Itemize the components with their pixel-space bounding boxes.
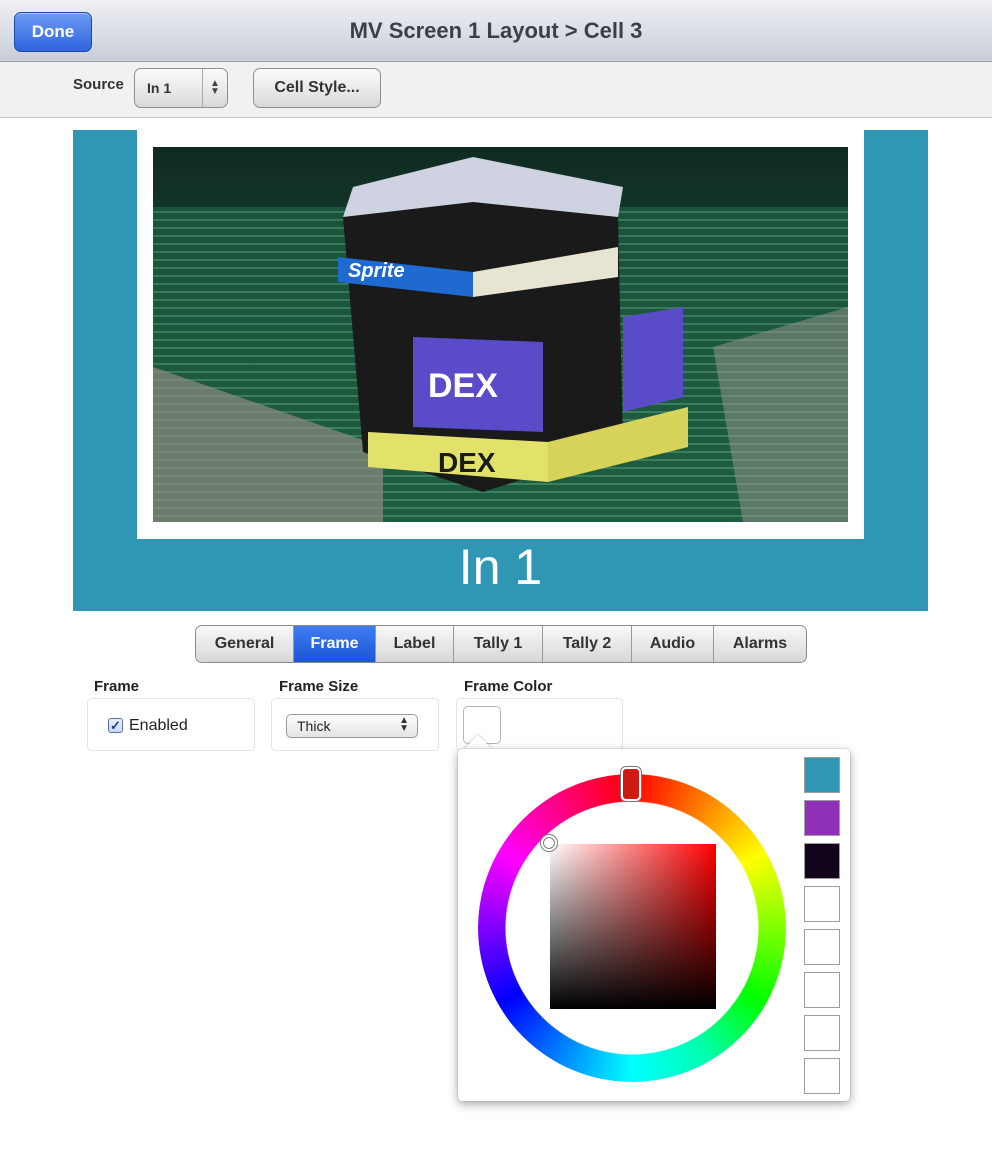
source-value: In 1 — [147, 80, 172, 96]
preset-swatch[interactable] — [804, 843, 840, 879]
frame-label: Frame — [94, 678, 140, 695]
frame-size-select[interactable]: Thick ▲ ▼ — [286, 714, 418, 738]
svg-text:Sprite: Sprite — [348, 260, 405, 282]
color-picker-popover — [458, 749, 850, 1101]
select-arrows-icon: ▲ ▼ — [399, 715, 409, 734]
enabled-label: Enabled — [129, 717, 188, 734]
source-label: Source — [73, 76, 124, 93]
frame-size-box: Thick ▲ ▼ — [271, 698, 439, 751]
tab-frame[interactable]: Frame — [294, 626, 376, 662]
preview-frame: DEX DEX Sprite — [137, 130, 864, 539]
preset-swatch[interactable] — [804, 929, 840, 965]
frame-size-label: Frame Size — [279, 678, 359, 695]
source-select[interactable]: In 1 ▲ ▼ — [134, 68, 228, 108]
preset-swatch[interactable] — [804, 800, 840, 836]
page-title: MV Screen 1 Layout > Cell 3 — [349, 18, 643, 43]
tab-general[interactable]: General — [196, 626, 294, 662]
svg-text:DEX: DEX — [438, 447, 496, 478]
preset-swatch[interactable] — [804, 972, 840, 1008]
frame-color-label: Frame Color — [464, 678, 553, 695]
frame-size-value: Thick — [297, 718, 331, 734]
tab-label[interactable]: Label — [376, 626, 454, 662]
svg-text:DEX: DEX — [428, 367, 498, 405]
title-bar: Done MV Screen 1 Layout > Cell 3 — [0, 0, 992, 62]
saturation-value-handle[interactable] — [541, 835, 557, 851]
arena-scoreboard-picture: DEX DEX Sprite — [153, 147, 848, 522]
cell-style-button[interactable]: Cell Style... — [253, 68, 381, 108]
arena-scoreboard-image: DEX DEX Sprite — [153, 147, 848, 522]
toolbar: Source In 1 ▲ ▼ Cell Style... — [0, 62, 992, 118]
cell-preview: DEX DEX Sprite In 1 — [73, 130, 928, 611]
hue-handle[interactable] — [621, 767, 641, 801]
preset-swatch[interactable] — [804, 886, 840, 922]
preset-swatch[interactable] — [804, 1015, 840, 1051]
preset-swatch[interactable] — [804, 757, 840, 793]
tab-bar: General Frame Label Tally 1 Tally 2 Audi… — [195, 625, 807, 663]
enabled-checkbox[interactable]: ✓ — [108, 718, 123, 733]
tab-audio[interactable]: Audio — [632, 626, 714, 662]
frame-enabled-box: ✓ Enabled — [87, 698, 255, 751]
preview-label: In 1 — [458, 539, 543, 595]
tab-tally-1[interactable]: Tally 1 — [454, 626, 543, 662]
saturation-value-square[interactable] — [550, 844, 716, 1009]
preset-swatch[interactable] — [804, 1058, 840, 1094]
select-arrows-icon: ▲ ▼ — [202, 69, 227, 107]
tab-tally-2[interactable]: Tally 2 — [543, 626, 632, 662]
tab-alarms[interactable]: Alarms — [714, 626, 806, 662]
